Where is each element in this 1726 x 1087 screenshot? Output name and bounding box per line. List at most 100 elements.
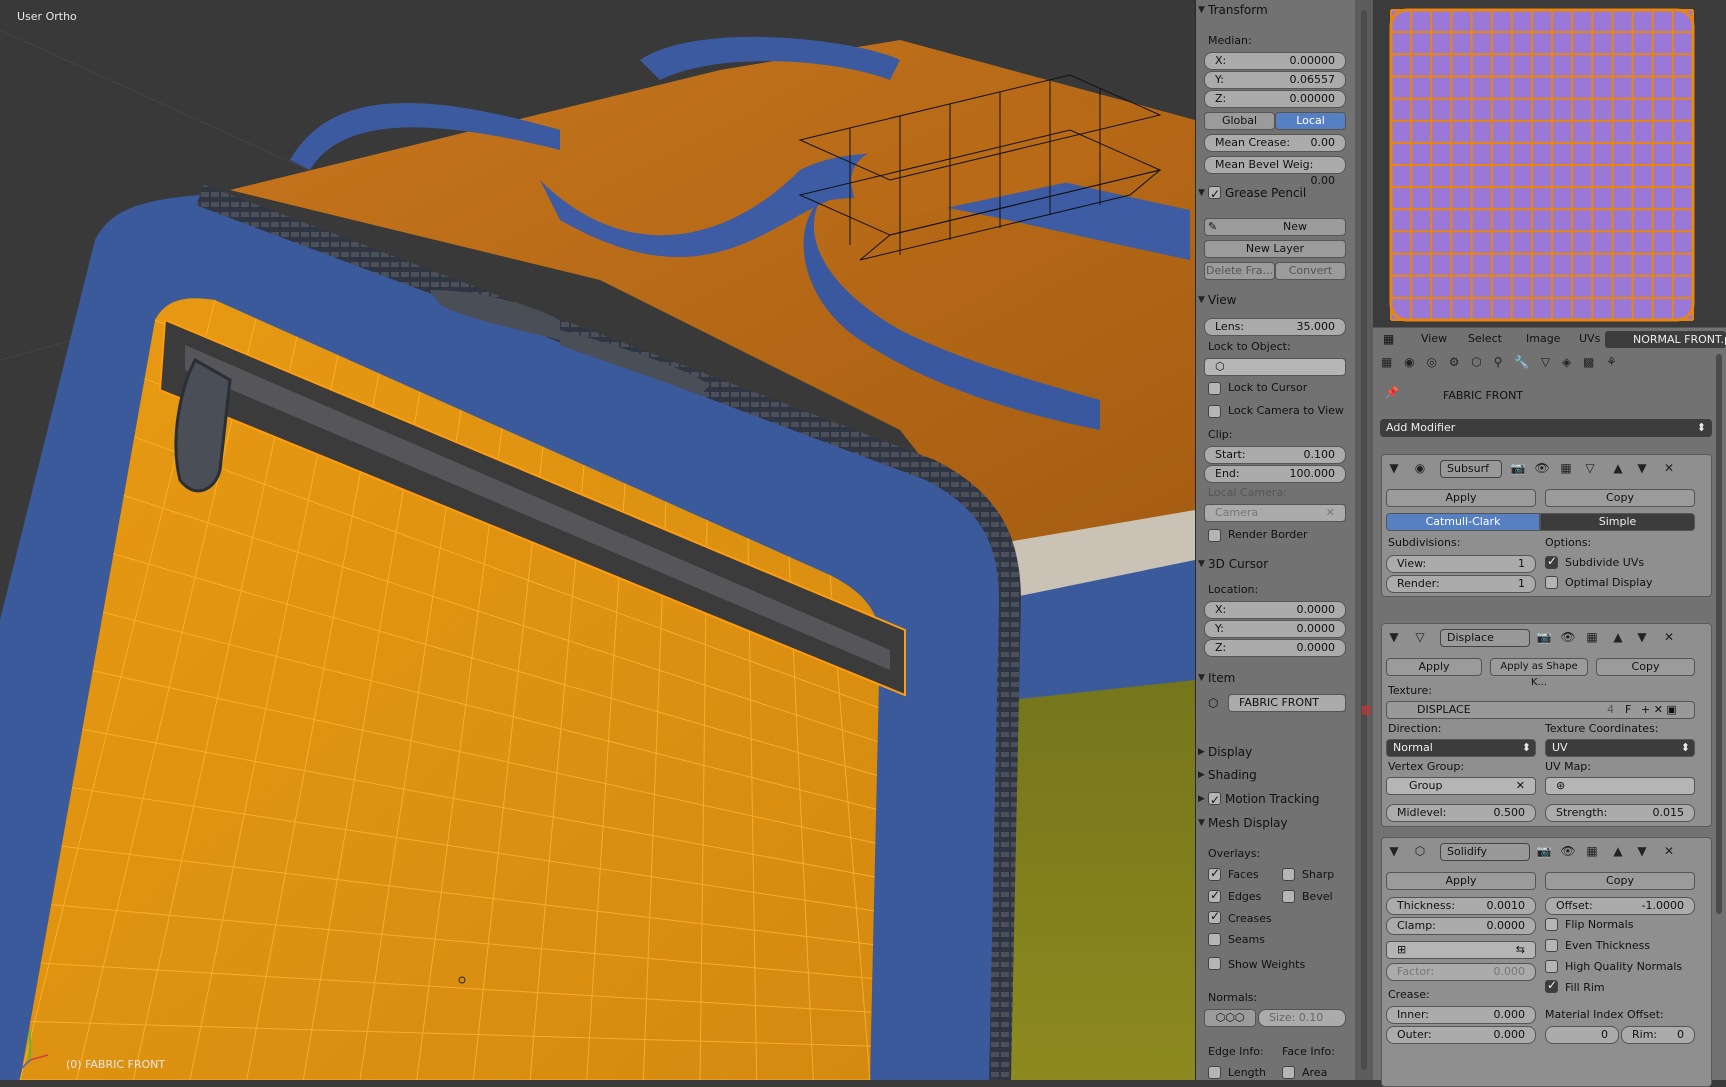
area-checkbox[interactable]: [1282, 1066, 1295, 1079]
editmode-icon[interactable]: ▦: [1584, 843, 1600, 859]
editmode-icon[interactable]: ▦: [1584, 629, 1600, 645]
visibility-icon[interactable]: 👁: [1560, 843, 1576, 859]
median-z-field[interactable]: Z: 0.00000: [1204, 90, 1346, 108]
optimal-display-checkbox[interactable]: [1545, 576, 1558, 589]
menu-view[interactable]: View: [1421, 332, 1447, 345]
grease-pencil-checkbox[interactable]: [1208, 184, 1221, 204]
uv-map-field[interactable]: ⊛: [1545, 777, 1695, 795]
lock-cursor-checkbox[interactable]: [1208, 382, 1221, 395]
subsurf-render-field[interactable]: Render: 1: [1386, 575, 1536, 593]
properties-scrollbar[interactable]: [1716, 354, 1722, 914]
view-header[interactable]: ▼ View: [1196, 290, 1356, 310]
collapse-icon[interactable]: ▼: [1386, 460, 1402, 476]
cursor-header[interactable]: ▼ 3D Cursor: [1196, 554, 1356, 574]
mean-bevel-field[interactable]: Mean Bevel Weig: 0.00: [1204, 156, 1346, 187]
remove-icon[interactable]: ✕: [1661, 629, 1677, 645]
solidify-vertex-group-field[interactable]: ⊞ ⇆: [1386, 941, 1536, 959]
item-header[interactable]: ▼ Item: [1196, 668, 1356, 688]
render-border-checkbox[interactable]: [1208, 529, 1221, 542]
move-up-icon[interactable]: ▲: [1610, 629, 1626, 645]
render-icon[interactable]: 📷: [1536, 843, 1552, 859]
uv-editor[interactable]: [1373, 0, 1726, 327]
subsurf-apply-button[interactable]: Apply: [1386, 489, 1536, 507]
menu-uvs[interactable]: UVs: [1579, 332, 1600, 345]
simple-button[interactable]: Simple: [1540, 513, 1695, 531]
material-offset-field[interactable]: 0: [1545, 1026, 1619, 1044]
subsurf-copy-button[interactable]: Copy: [1545, 489, 1695, 507]
shelf-scrollbar-track[interactable]: [1355, 0, 1373, 1080]
move-up-icon[interactable]: ▲: [1610, 460, 1626, 476]
seams-checkbox[interactable]: [1208, 933, 1221, 946]
subdivide-uvs-checkbox[interactable]: [1545, 554, 1558, 569]
grease-new-button[interactable]: New: [1204, 218, 1346, 236]
editor-type-icon[interactable]: ▦: [1383, 332, 1394, 346]
remove-icon[interactable]: ✕: [1661, 843, 1677, 859]
shelf-scrollbar[interactable]: [1361, 10, 1367, 1070]
texture-coords-dropdown[interactable]: UV ⬍: [1545, 739, 1695, 757]
transform-header[interactable]: ▼ Transform: [1196, 0, 1356, 20]
flip-normals-checkbox[interactable]: [1545, 918, 1558, 931]
image-selector[interactable]: NORMAL FRONT.p: [1605, 331, 1726, 348]
displace-name-field[interactable]: Displace: [1440, 629, 1530, 647]
visibility-icon[interactable]: 👁: [1534, 460, 1550, 476]
thickness-field[interactable]: Thickness: 0.0010: [1386, 897, 1536, 915]
render-icon[interactable]: 📷: [1510, 460, 1526, 476]
subsurf-view-field[interactable]: View: 1: [1386, 555, 1536, 573]
high-quality-normals-checkbox[interactable]: [1545, 960, 1558, 973]
offset-field[interactable]: Offset: -1.0000: [1545, 897, 1695, 915]
move-down-icon[interactable]: ▼: [1634, 460, 1650, 476]
cursor-x-field[interactable]: X: 0.0000: [1204, 601, 1346, 619]
motion-tracking-header[interactable]: ▶Motion Tracking: [1196, 789, 1356, 810]
delete-frame-button[interactable]: Delete Fra...: [1204, 262, 1275, 280]
inner-crease-field[interactable]: Inner: 0.000: [1386, 1006, 1536, 1024]
render-icon[interactable]: 📷: [1536, 629, 1552, 645]
move-down-icon[interactable]: ▼: [1634, 629, 1650, 645]
visibility-icon[interactable]: 👁: [1560, 629, 1576, 645]
editmode-icon[interactable]: ▦: [1558, 460, 1574, 476]
new-layer-button[interactable]: New Layer: [1204, 240, 1346, 258]
clip-start-field[interactable]: Start: 0.100: [1204, 446, 1346, 464]
motion-tracking-checkbox[interactable]: [1208, 790, 1221, 810]
normals-display-buttons[interactable]: ⬡⬡⬡: [1204, 1009, 1256, 1027]
menu-select[interactable]: Select: [1468, 332, 1502, 345]
edges-checkbox[interactable]: [1208, 888, 1221, 903]
solidify-copy-button[interactable]: Copy: [1545, 872, 1695, 890]
subsurf-name-field[interactable]: Subsurf: [1440, 460, 1502, 478]
vertex-group-field[interactable]: Group ✕: [1386, 777, 1536, 795]
solidify-apply-button[interactable]: Apply: [1386, 872, 1536, 890]
grease-pencil-header[interactable]: ▼Grease Pencil: [1196, 183, 1356, 204]
factor-field[interactable]: Factor: 0.000: [1386, 963, 1536, 981]
remove-icon[interactable]: ✕: [1661, 460, 1677, 476]
median-x-field[interactable]: X: 0.00000: [1204, 52, 1346, 70]
outer-crease-field[interactable]: Outer: 0.000: [1386, 1026, 1536, 1044]
collapse-icon[interactable]: ▼: [1386, 843, 1402, 859]
cursor-y-field[interactable]: Y: 0.0000: [1204, 620, 1346, 638]
sharp-checkbox[interactable]: [1282, 868, 1295, 881]
fill-rim-checkbox[interactable]: [1545, 978, 1558, 993]
catmull-clark-button[interactable]: Catmull-Clark: [1386, 513, 1540, 531]
clip-end-field[interactable]: End: 100.000: [1204, 465, 1346, 483]
properties-tabs[interactable]: ▦ ◉ ◎ ⚙ ⬡ ⚲ 🔧 ▽ ◈ ▩ ⚘: [1381, 355, 1711, 375]
shading-header[interactable]: ▶ Shading: [1196, 765, 1356, 785]
even-thickness-checkbox[interactable]: [1545, 939, 1558, 952]
display-header[interactable]: ▶ Display: [1196, 742, 1356, 762]
cursor-z-field[interactable]: Z: 0.0000: [1204, 639, 1346, 657]
apply-shape-key-button[interactable]: Apply as Shape K...: [1490, 658, 1588, 688]
midlevel-field[interactable]: Midlevel: 0.500: [1386, 804, 1536, 822]
faces-checkbox[interactable]: [1208, 866, 1221, 881]
length-checkbox[interactable]: [1208, 1066, 1221, 1079]
solidify-name-field[interactable]: Solidify: [1440, 843, 1530, 861]
show-weights-checkbox[interactable]: [1208, 957, 1221, 970]
local-button[interactable]: Local: [1275, 112, 1346, 130]
rim-offset-field[interactable]: Rim: 0: [1621, 1026, 1695, 1044]
creases-checkbox[interactable]: [1208, 909, 1221, 924]
convert-button[interactable]: Convert: [1275, 262, 1346, 280]
local-camera-field[interactable]: Camera ✕: [1204, 504, 1346, 522]
lock-camera-checkbox[interactable]: [1208, 405, 1221, 418]
pin-icon[interactable]: 📌: [1385, 386, 1399, 399]
lens-field[interactable]: Lens: 35.000: [1204, 318, 1346, 336]
3d-viewport[interactable]: User Ortho (0) FABRIC FRONT: [0, 0, 1195, 1080]
add-modifier-dropdown[interactable]: Add Modifier ⬍: [1380, 419, 1712, 437]
global-button[interactable]: Global: [1204, 112, 1275, 130]
strength-field[interactable]: Strength: 0.015: [1545, 804, 1695, 822]
